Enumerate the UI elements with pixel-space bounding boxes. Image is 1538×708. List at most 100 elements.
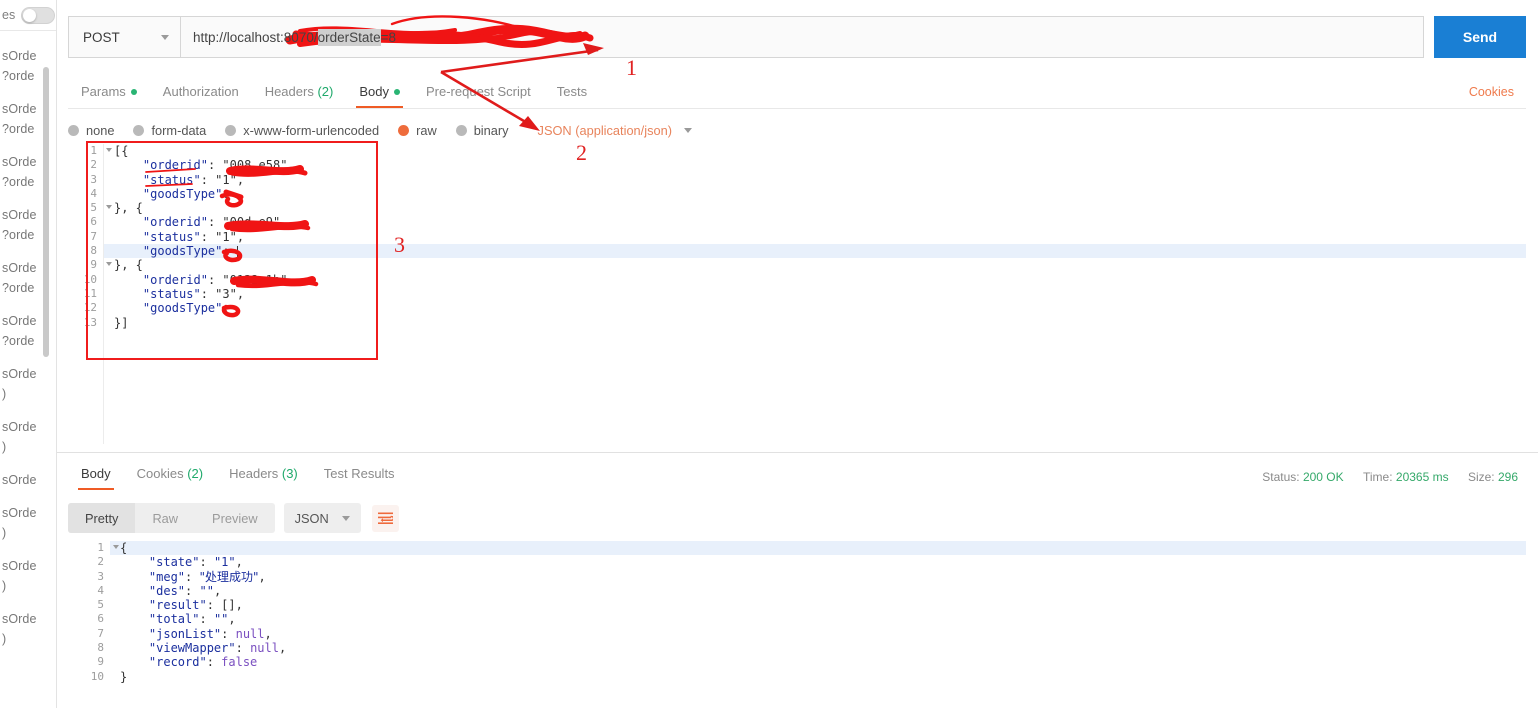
- response-view-mode-group: Pretty Raw Preview: [68, 503, 275, 533]
- history-toggle-label: es: [2, 8, 16, 22]
- json-key: "orderid": [142, 158, 208, 173]
- code-line: "record": false: [148, 655, 258, 670]
- body-type-radio-x-www-form-urlencoded[interactable]: x-www-form-urlencoded: [225, 123, 379, 138]
- code-line: "jsonList": null,: [148, 626, 272, 641]
- body-type-radio-none[interactable]: none: [68, 123, 114, 138]
- code-line: }, {: [114, 258, 143, 273]
- send-button[interactable]: Send: [1434, 16, 1526, 58]
- request-tab-params[interactable]: Params: [68, 84, 150, 108]
- body-type-radio-raw[interactable]: raw: [398, 123, 437, 138]
- line-number: 13: [83, 315, 97, 329]
- history-toggle-switch[interactable]: [21, 6, 56, 24]
- request-tab-headers[interactable]: Headers (2): [252, 84, 347, 108]
- radio-knob-icon: [225, 124, 237, 136]
- history-scrollbar[interactable]: [43, 67, 49, 357]
- response-tab-headers[interactable]: Headers (3): [216, 466, 311, 490]
- code-line: "des": "",: [148, 583, 222, 598]
- request-tab-body[interactable]: Body: [346, 84, 413, 108]
- response-tab-label: Test Results: [323, 466, 395, 481]
- code-line: "status": "1",: [142, 172, 245, 187]
- code-line: "meg": "处理成功",: [148, 569, 266, 584]
- history-list[interactable]: sOrde ?orde sOrde ?orde sOrde ?orde sOrde ?orde…: [0, 31, 56, 707]
- status-stat: Status: 200 OK: [1262, 470, 1343, 484]
- history-item[interactable]: sOrde): [0, 549, 56, 602]
- code-line: }: [120, 669, 128, 684]
- pane-splitter[interactable]: [57, 452, 1538, 453]
- history-item[interactable]: sOrde): [0, 357, 56, 410]
- request-tab-bar: Params Authorization Headers (2) Body Pre-re…: [68, 74, 1526, 108]
- word-wrap-button[interactable]: [371, 504, 399, 532]
- json-key: "total": [148, 612, 200, 627]
- response-tab-cookies[interactable]: Cookies (2): [124, 466, 216, 490]
- history-item-text: sOrde: [2, 559, 37, 573]
- line-number: 3: [90, 172, 97, 186]
- history-sidebar: es sOrde ?orde sOrde ?orde sOrde ?orde sOrde ?o…: [0, 0, 57, 708]
- request-tab-pre-request-script[interactable]: Pre-request Script: [413, 84, 544, 108]
- line-number: 7: [97, 626, 104, 640]
- response-format-select[interactable]: JSON: [283, 503, 361, 533]
- line-number: 4: [90, 186, 97, 200]
- request-tab-badge: (2): [317, 84, 334, 99]
- request-tab-tests[interactable]: Tests: [544, 84, 600, 108]
- request-tab-label: Pre-request Script: [425, 84, 531, 99]
- json-value: null: [235, 626, 265, 641]
- history-item[interactable]: sOrde): [0, 496, 56, 549]
- http-method-select[interactable]: POST: [68, 16, 180, 58]
- response-view-raw[interactable]: Raw: [135, 503, 195, 533]
- history-item-text: ): [2, 387, 7, 401]
- response-view-pretty[interactable]: Pretty: [68, 503, 136, 533]
- history-item[interactable]: sOrde): [0, 410, 56, 463]
- json-key: "record": [148, 655, 207, 670]
- response-body-viewer[interactable]: 1 2 3 4 5 6 7 8 9 10 { "state": "1", "meg": "处理成功…: [68, 541, 1526, 708]
- line-number: 7: [90, 229, 97, 243]
- json-value: []: [221, 598, 236, 613]
- code-line: "goodsType":: [142, 186, 237, 201]
- request-code-area[interactable]: [{ "orderid": "008…e58", "status": "1", …: [104, 144, 1526, 444]
- json-key: "status": [142, 172, 201, 187]
- chevron-down-icon: [341, 515, 350, 521]
- request-tab-authorization[interactable]: Authorization: [150, 84, 252, 108]
- json-value: "": [213, 612, 229, 627]
- size-label: Size:: [1467, 470, 1495, 484]
- url-text: http://localhost:8070/orderState=8: [193, 28, 396, 46]
- request-tab-modified-dot-icon: [130, 89, 137, 95]
- chevron-down-icon[interactable]: [683, 127, 692, 133]
- time-value: 20365 ms: [1395, 470, 1449, 484]
- body-type-radio-binary[interactable]: binary: [455, 123, 509, 138]
- json-value: "": [199, 583, 214, 598]
- json-value: null: [250, 641, 279, 656]
- line-number: 10: [83, 272, 97, 286]
- response-tab-body[interactable]: Body: [68, 466, 124, 490]
- code-line: "result": [],: [148, 598, 243, 613]
- history-item[interactable]: sOrde: [0, 463, 56, 496]
- content-type-label[interactable]: JSON (application/json): [538, 123, 672, 138]
- response-view-preview[interactable]: Preview: [195, 503, 275, 533]
- history-item-text: ): [2, 440, 7, 454]
- code-line: "total": "",: [148, 612, 236, 627]
- line-number: 1: [68, 541, 119, 555]
- line-number: 3: [97, 569, 104, 583]
- chevron-down-icon: [161, 34, 169, 40]
- json-key: "jsonList": [148, 626, 222, 641]
- code-line: "state": "1",: [148, 555, 243, 570]
- cookies-link[interactable]: Cookies: [1469, 85, 1514, 99]
- line-number: 5: [97, 598, 104, 612]
- body-type-radio-label: x-www-form-urlencoded: [243, 122, 380, 138]
- json-key: "viewMapper": [148, 641, 236, 656]
- json-value: "1": [215, 229, 237, 244]
- request-body-editor[interactable]: 1 2 3 4 5 6 7 8 9 10 11 12 13 [{ "orderid": "008…e58…: [68, 144, 1526, 444]
- response-tab-test-results[interactable]: Test Results: [311, 466, 408, 490]
- line-number: 2: [90, 158, 97, 172]
- radio-knob-icon: [398, 124, 410, 136]
- request-tab-label: Params: [81, 84, 126, 99]
- url-prefix: http://localhost:8070/: [193, 29, 318, 45]
- url-input[interactable]: http://localhost:8070/orderState=8: [180, 16, 1424, 58]
- code-line: "status": "3",: [142, 286, 245, 301]
- history-item[interactable]: sOrde): [0, 602, 56, 655]
- response-tab-label: Body: [81, 466, 111, 481]
- body-type-radio-label: raw: [416, 122, 437, 138]
- body-type-radio-form-data[interactable]: form-data: [133, 123, 206, 138]
- code-line: "goodsType":: [104, 244, 1526, 259]
- json-key: "result": [148, 598, 207, 613]
- http-method-label: POST: [83, 29, 120, 45]
